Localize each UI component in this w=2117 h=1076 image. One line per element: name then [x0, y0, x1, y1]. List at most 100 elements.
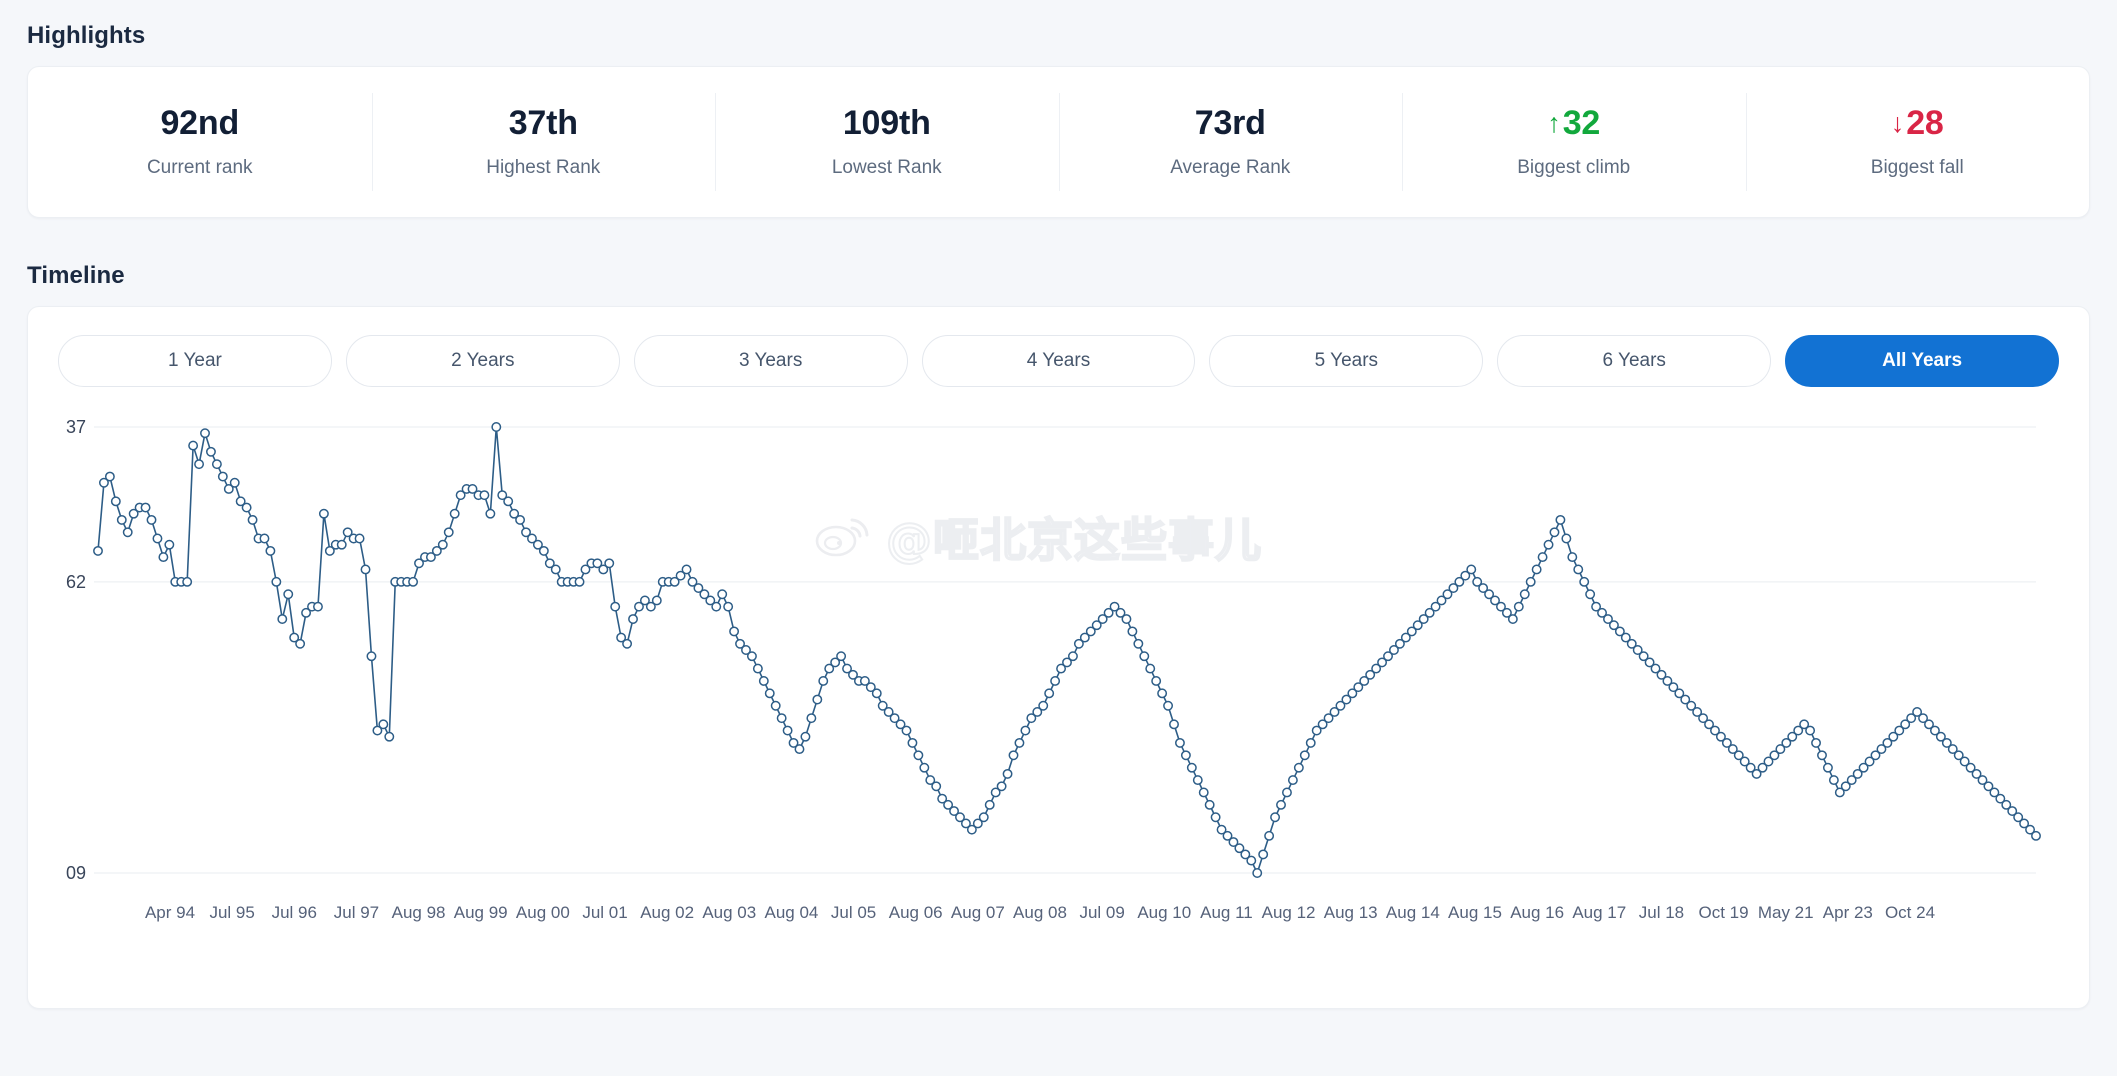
chart-data-point[interactable]	[717, 589, 728, 600]
chart-data-point[interactable]	[1573, 564, 1584, 575]
chart-data-point[interactable]	[1151, 676, 1162, 686]
chart-data-point[interactable]	[818, 676, 829, 686]
chart-data-point[interactable]	[1050, 676, 1061, 686]
chart-data-point[interactable]	[503, 496, 514, 507]
chart-data-point[interactable]	[104, 471, 115, 482]
chart-data-point[interactable]	[194, 459, 205, 470]
chart-data-point[interactable]	[1828, 775, 1839, 786]
chart-data-point[interactable]	[628, 614, 638, 624]
chart-data-point[interactable]	[295, 638, 306, 649]
chart-data-point[interactable]	[1169, 719, 1179, 730]
chart-data-point[interactable]	[711, 601, 722, 612]
chart-data-point[interactable]	[1127, 626, 1138, 637]
chart-data-point[interactable]	[1198, 787, 1209, 798]
chart-data-point[interactable]	[1817, 750, 1827, 761]
chart-data-point[interactable]	[574, 576, 585, 587]
chart-data-point[interactable]	[200, 428, 210, 439]
chart-data-point[interactable]	[901, 725, 912, 736]
chart-data-point[interactable]	[1519, 589, 1530, 600]
chart-data-point[interactable]	[931, 781, 942, 792]
chart-data-point[interactable]	[2031, 830, 2041, 841]
chart-data-point[interactable]	[1585, 589, 1596, 600]
chart-data-point[interactable]	[723, 601, 734, 612]
chart-data-point[interactable]	[110, 496, 121, 507]
chart-data-point[interactable]	[140, 502, 151, 513]
range-tab-1-year[interactable]: 1 Year	[58, 335, 332, 387]
range-tab-all-years[interactable]: All Years	[1785, 335, 2060, 387]
chart-data-point[interactable]	[1192, 775, 1203, 786]
chart-data-point[interactable]	[1175, 737, 1185, 748]
chart-data-point[interactable]	[764, 688, 775, 699]
chart-data-point[interactable]	[1466, 564, 1477, 575]
chart-data-point[interactable]	[182, 576, 193, 587]
chart-data-point[interactable]	[116, 514, 127, 525]
chart-data-point[interactable]	[1180, 750, 1191, 761]
chart-data-point[interactable]	[1186, 762, 1197, 773]
chart-data-point[interactable]	[318, 508, 329, 519]
chart-data-point[interactable]	[996, 781, 1007, 792]
chart-data-point[interactable]	[1163, 700, 1174, 711]
range-tab-3-years[interactable]: 3 Years	[633, 335, 908, 387]
chart-data-point[interactable]	[1157, 688, 1168, 699]
chart-data-point[interactable]	[1537, 552, 1548, 563]
chart-data-point[interactable]	[871, 688, 882, 699]
chart-data-point[interactable]	[1805, 725, 1816, 736]
chart-data-point[interactable]	[146, 514, 157, 525]
chart-data-point[interactable]	[800, 731, 811, 742]
chart-data-point[interactable]	[1008, 750, 1019, 761]
chart-data-point[interactable]	[1525, 576, 1536, 587]
chart-data-point[interactable]	[1531, 564, 1542, 575]
chart-data-point[interactable]	[907, 737, 918, 748]
chart-data-point[interactable]	[746, 651, 757, 662]
chart-data-point[interactable]	[770, 700, 781, 711]
chart-data-point[interactable]	[782, 725, 793, 736]
chart-data-point[interactable]	[1246, 855, 1257, 866]
chart-data-point[interactable]	[1822, 762, 1833, 773]
chart-data-point[interactable]	[978, 812, 989, 823]
chart-data-point[interactable]	[247, 514, 258, 525]
chart-data-point[interactable]	[1549, 527, 1560, 538]
chart-data-point[interactable]	[93, 545, 103, 556]
chart-data-point[interactable]	[1282, 787, 1292, 798]
chart-data-point[interactable]	[681, 564, 692, 575]
chart-data-point[interactable]	[1561, 533, 1572, 544]
chart-data-point[interactable]	[206, 446, 216, 457]
chart-data-point[interactable]	[1299, 750, 1310, 761]
chart-data-point[interactable]	[651, 595, 662, 606]
chart-data-point[interactable]	[122, 527, 133, 538]
chart-data-point[interactable]	[491, 422, 502, 432]
chart-data-point[interactable]	[152, 533, 163, 544]
chart-data-point[interactable]	[1276, 799, 1286, 810]
chart-data-point[interactable]	[1293, 762, 1304, 773]
chart-data-point[interactable]	[1507, 614, 1518, 624]
range-tab-2-years[interactable]: 2 Years	[345, 335, 620, 387]
chart-data-point[interactable]	[485, 508, 496, 519]
chart-data-point[interactable]	[437, 539, 448, 550]
chart-data-point[interactable]	[836, 651, 847, 662]
chart-data-point[interactable]	[1513, 601, 1524, 612]
chart-data-point[interactable]	[479, 490, 490, 501]
chart-data-point[interactable]	[211, 459, 222, 470]
chart-data-point[interactable]	[1567, 552, 1578, 563]
chart-data-point[interactable]	[384, 731, 395, 742]
chart-data-point[interactable]	[408, 576, 419, 587]
chart-data-point[interactable]	[241, 502, 252, 513]
chart-data-point[interactable]	[360, 564, 371, 575]
chart-data-point[interactable]	[378, 719, 389, 730]
chart-data-point[interactable]	[729, 626, 740, 637]
chart-data-point[interactable]	[1811, 737, 1821, 748]
chart-data-point[interactable]	[443, 527, 454, 538]
chart-data-point[interactable]	[1305, 737, 1316, 748]
chart-data-point[interactable]	[794, 744, 805, 755]
chart-data-point[interactable]	[1121, 614, 1132, 624]
chart-data-point[interactable]	[1002, 768, 1013, 779]
chart-data-point[interactable]	[158, 552, 169, 563]
chart-data-point[interactable]	[1145, 663, 1156, 674]
chart-data-point[interactable]	[812, 694, 823, 705]
chart-data-point[interactable]	[1270, 812, 1281, 823]
chart-data-point[interactable]	[758, 676, 769, 686]
chart-data-point[interactable]	[1252, 868, 1263, 878]
chart-data-point[interactable]	[271, 576, 282, 587]
chart-data-point[interactable]	[1038, 700, 1049, 711]
chart-data-point[interactable]	[164, 539, 175, 550]
